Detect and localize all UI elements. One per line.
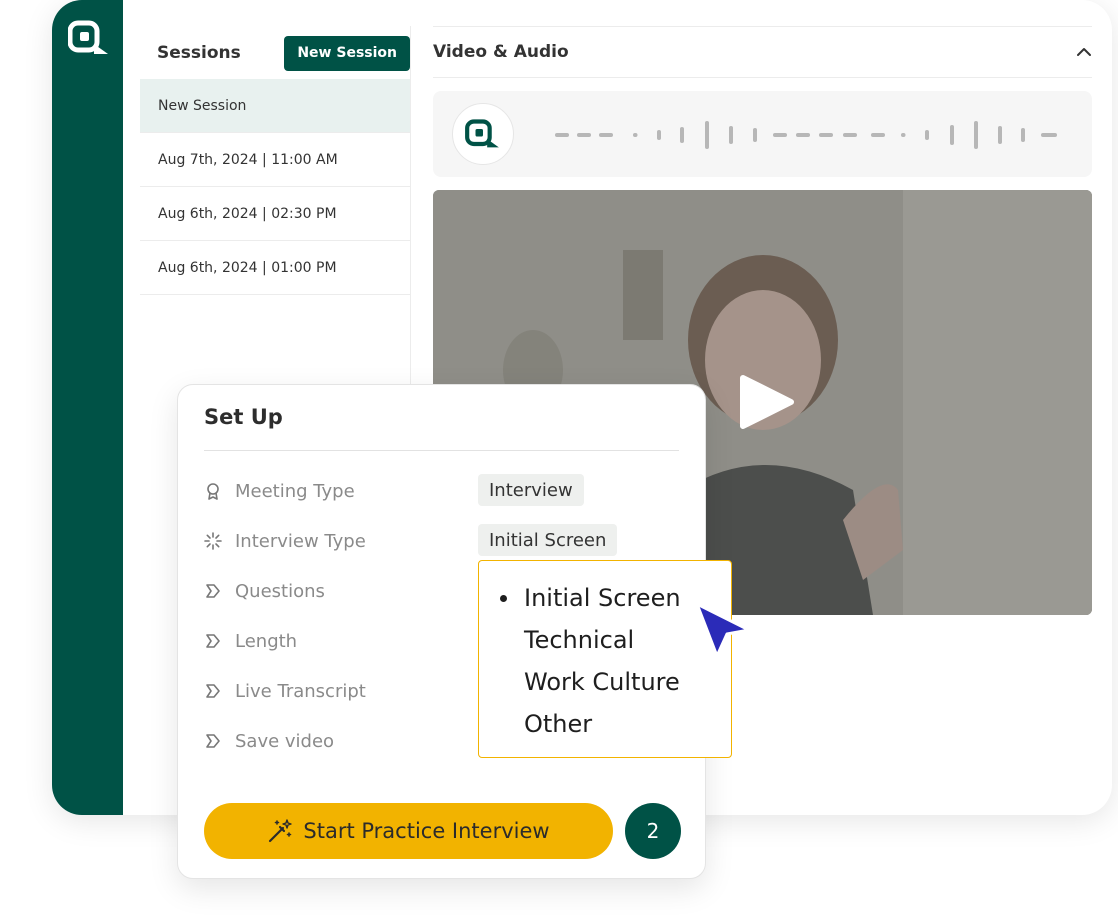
logo-icon	[68, 20, 108, 54]
magic-wand-icon	[269, 819, 293, 843]
cursor-pointer-icon	[695, 602, 751, 658]
start-practice-interview-button[interactable]: Start Practice Interview	[204, 803, 613, 859]
video-audio-header[interactable]: Video & Audio	[433, 26, 1092, 78]
dropdown-option[interactable]: Work Culture	[479, 661, 731, 703]
video-audio-title: Video & Audio	[433, 42, 569, 62]
setup-row-live-transcript[interactable]: Live Transcript	[204, 676, 366, 706]
setup-row-meeting-type[interactable]: Meeting Type	[204, 476, 355, 506]
session-item[interactable]: Aug 6th, 2024 | 01:00 PM	[140, 241, 411, 295]
setup-row-length[interactable]: Length	[204, 626, 297, 656]
sessions-title: Sessions	[157, 43, 241, 63]
play-icon[interactable]	[737, 372, 797, 432]
setup-row-save-video[interactable]: Save video	[204, 726, 334, 756]
setup-row-label: Questions	[235, 580, 325, 602]
session-item[interactable]: New Session	[140, 79, 411, 133]
setup-row-label: Length	[235, 630, 298, 652]
interview-type-value[interactable]: Initial Screen	[478, 524, 618, 556]
setup-row-questions[interactable]: Questions	[204, 576, 325, 606]
new-session-button[interactable]: New Session	[284, 35, 410, 71]
chevron-step-icon	[206, 684, 220, 698]
step-badge: 2	[625, 803, 681, 859]
divider	[410, 26, 411, 386]
chevron-step-icon	[206, 634, 220, 648]
setup-row-label: Meeting Type	[235, 480, 355, 502]
award-icon	[207, 483, 219, 500]
loader-icon	[204, 532, 222, 550]
session-item[interactable]: Aug 7th, 2024 | 11:00 AM	[140, 133, 411, 187]
setup-title: Set Up	[204, 405, 283, 429]
session-item[interactable]: Aug 6th, 2024 | 02:30 PM	[140, 187, 411, 241]
setup-row-interview-type[interactable]: Interview Type	[204, 526, 366, 556]
avatar	[452, 103, 514, 165]
chevron-step-icon	[206, 734, 220, 748]
meeting-type-value[interactable]: Interview	[478, 474, 584, 506]
setup-row-label: Save video	[235, 730, 335, 752]
logo-icon	[465, 119, 499, 148]
chevron-step-icon	[206, 584, 220, 598]
start-button-label: Start Practice Interview	[303, 819, 550, 843]
side-rail	[52, 0, 123, 815]
session-list: New Session Aug 7th, 2024 | 11:00 AM Aug…	[140, 79, 411, 295]
waveform-icon	[555, 121, 1057, 149]
sessions-header: Sessions New Session	[157, 35, 410, 71]
dropdown-option[interactable]: Other	[479, 703, 731, 745]
chevron-up-icon[interactable]	[1076, 47, 1092, 57]
setup-row-label: Live Transcript	[235, 680, 366, 702]
setup-row-label: Interview Type	[235, 530, 366, 552]
divider	[204, 450, 679, 451]
audio-level-bar	[433, 91, 1092, 177]
